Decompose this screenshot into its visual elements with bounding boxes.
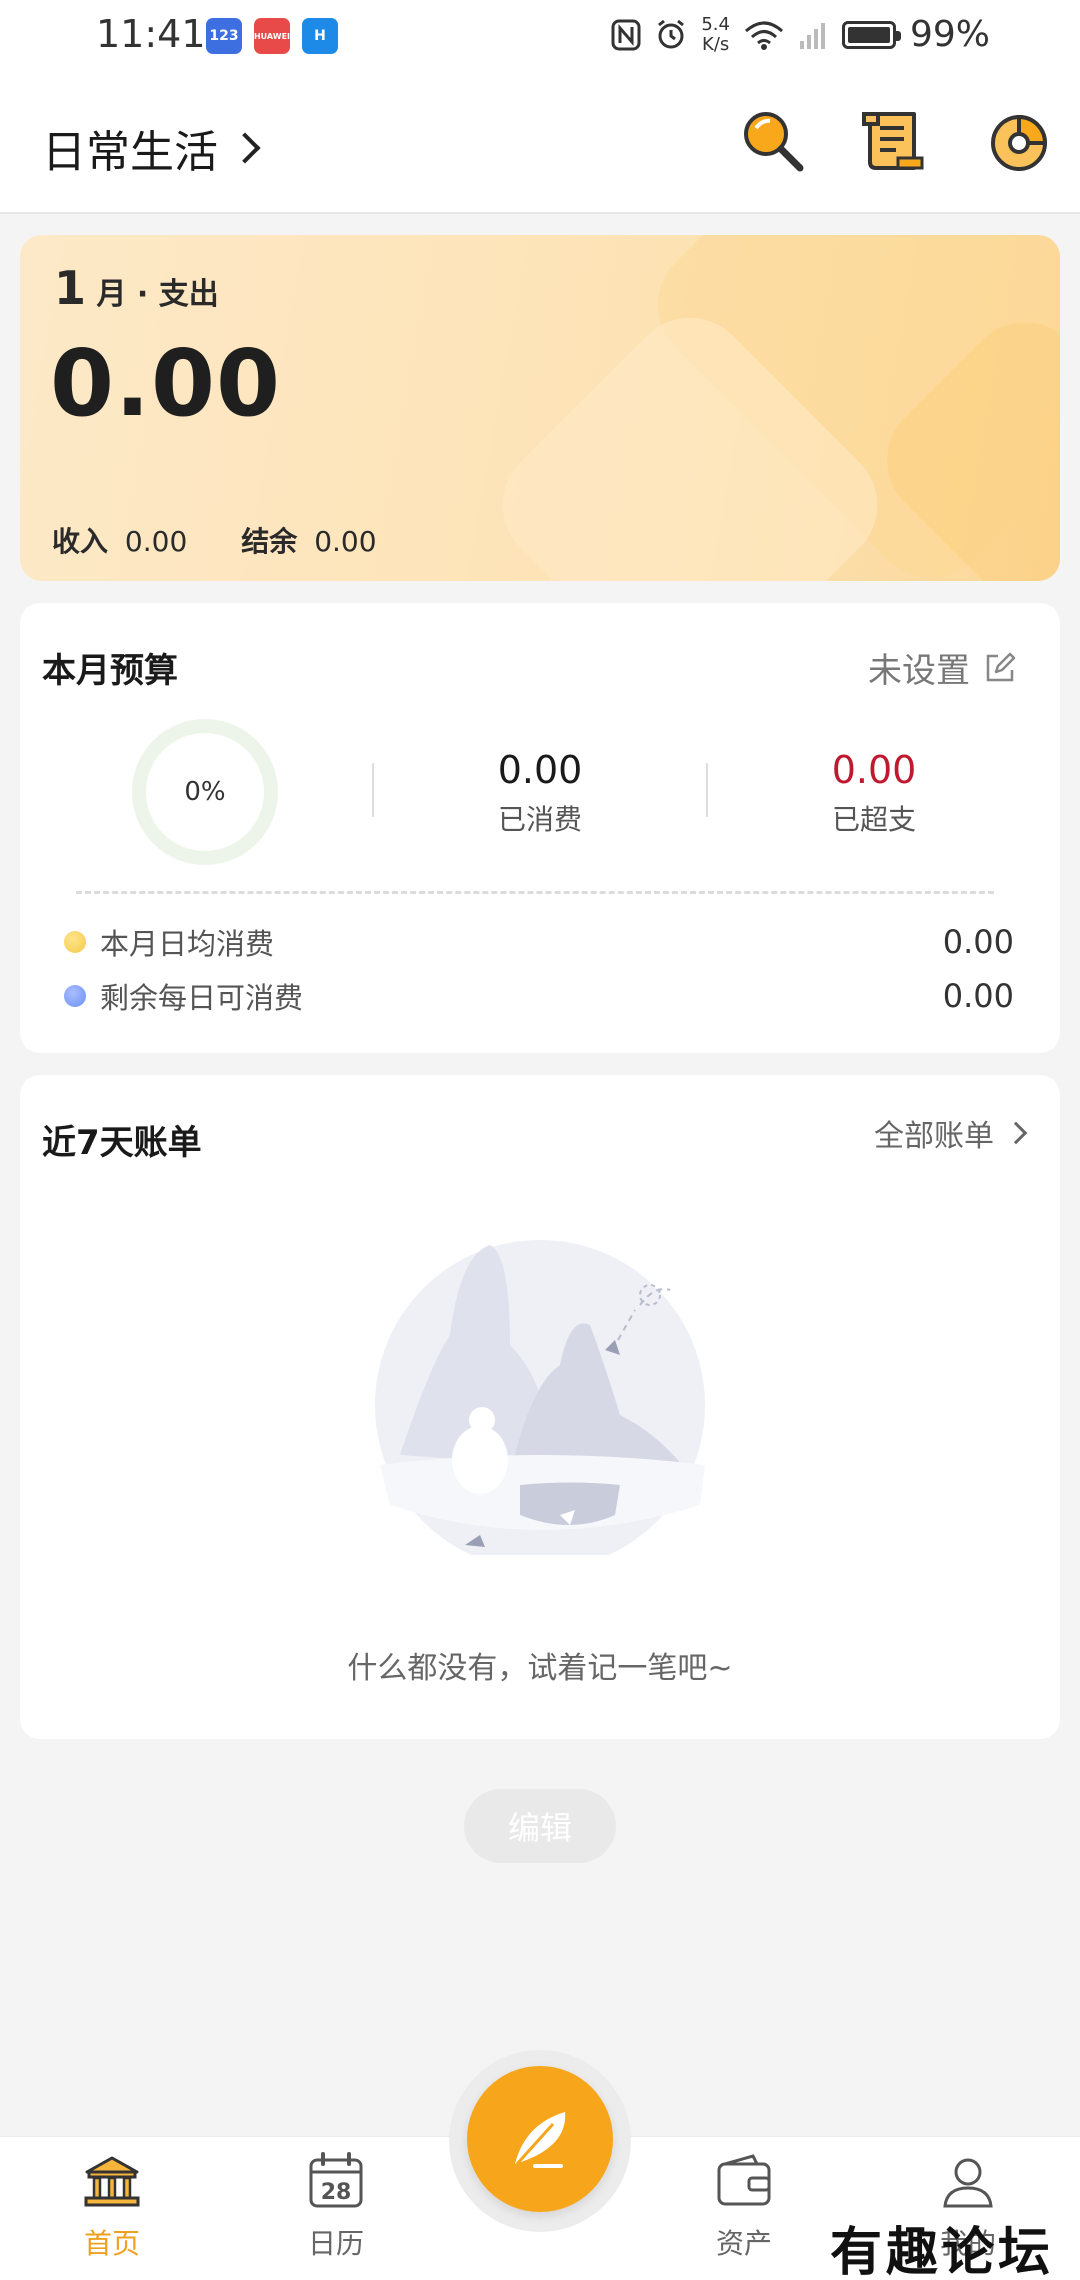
nav-assets-label: 资产 bbox=[715, 2227, 772, 2260]
watermark: 有趣论坛 bbox=[829, 2222, 1054, 2280]
page-root: 11:41 123 HUAWEI H 5.4 K/s 99% 日常生活 1 月 … bbox=[0, 0, 1080, 2280]
ledger-name: 日常生活 bbox=[42, 127, 218, 178]
income-value: 0.00 bbox=[124, 525, 188, 558]
ledger-selector[interactable]: 日常生活 bbox=[42, 116, 261, 180]
bill-list-icon[interactable] bbox=[858, 106, 928, 176]
monthly-summary-card[interactable]: 1 月 · 支出 0.00 收入 0.00 结余 0.00 bbox=[20, 235, 1060, 581]
balance-label: 结余 bbox=[241, 525, 298, 558]
chevron-right-icon bbox=[229, 132, 261, 164]
nav-calendar[interactable]: 28 日历 bbox=[266, 2150, 406, 2262]
profile-icon bbox=[943, 2158, 993, 2208]
empty-state-text: 什么都没有，试着记一笔吧~ bbox=[347, 1651, 733, 1686]
calendar-icon: 28 bbox=[309, 2152, 363, 2208]
battery-icon bbox=[841, 20, 901, 49]
spent-value: 0.00 bbox=[497, 748, 583, 792]
huawei-app-icon: HUAWEI bbox=[254, 18, 290, 54]
nav-assets[interactable]: 资产 bbox=[674, 2150, 814, 2262]
month-number: 1 bbox=[54, 261, 87, 315]
income-label: 收入 bbox=[52, 525, 109, 558]
income: 收入 0.00 bbox=[52, 520, 187, 560]
status-bar: 11:41 123 HUAWEI H 5.4 K/s 99% bbox=[0, 0, 1080, 76]
add-record-button[interactable] bbox=[467, 2066, 613, 2212]
nav-home-label: 首页 bbox=[83, 2227, 140, 2260]
nav-calendar-label: 日历 bbox=[307, 2227, 364, 2260]
nfc-icon bbox=[611, 19, 641, 50]
yellow-dot-icon bbox=[64, 931, 86, 953]
expense-amount: 0.00 bbox=[50, 330, 281, 437]
divider bbox=[372, 763, 374, 817]
summary-footer: 收入 0.00 结余 0.00 bbox=[52, 520, 377, 560]
divider bbox=[706, 763, 708, 817]
home-bank-icon bbox=[84, 2156, 140, 2207]
wallet-icon bbox=[717, 2154, 771, 2206]
pie-chart-icon[interactable] bbox=[984, 106, 1054, 176]
recent-bills-card: 近7天账单 全部账单 什么都没有，试着记一笔吧~ bbox=[20, 1075, 1060, 1739]
battery-percent: 99% bbox=[909, 14, 990, 55]
wifi-icon bbox=[744, 21, 783, 50]
blue-dot-icon bbox=[64, 985, 86, 1007]
remaining-daily-row: 剩余每日可消费 0.00 bbox=[64, 975, 1014, 1017]
daily-average-label: 本月日均消费 bbox=[100, 927, 275, 961]
remaining-daily-value: 0.00 bbox=[942, 977, 1014, 1015]
budget-title: 本月预算 bbox=[42, 651, 178, 691]
remaining-daily-label: 剩余每日可消费 bbox=[100, 981, 304, 1015]
budget-card: 本月预算 未设置 0% 0.00 已消费 0.00 已超支 本月日均消费 0.0… bbox=[20, 603, 1060, 1053]
overspent-label: 已超支 bbox=[831, 803, 916, 836]
status-right: 5.4 K/s 99% bbox=[611, 14, 990, 55]
net-speed-value: 5.4 bbox=[701, 13, 730, 35]
balance-value: 0.00 bbox=[314, 525, 377, 558]
month-label: 月 · 支出 bbox=[96, 277, 219, 312]
signal-icon bbox=[799, 22, 825, 49]
all-bills-label: 全部账单 bbox=[874, 1119, 994, 1154]
net-speed: 5.4 K/s bbox=[701, 13, 730, 55]
empty-state-illustration bbox=[375, 1240, 705, 1555]
budget-set-label: 未设置 bbox=[868, 651, 970, 691]
chevron-right-icon bbox=[1004, 1121, 1028, 1145]
summary-month: 1 月 · 支出 bbox=[54, 261, 219, 315]
budget-set-button[interactable]: 未设置 bbox=[868, 643, 1016, 692]
spent-stat: 0.00 已消费 bbox=[440, 748, 640, 838]
search-icon[interactable] bbox=[738, 106, 808, 176]
spent-label: 已消费 bbox=[497, 803, 582, 836]
edit-button[interactable]: 编辑 bbox=[464, 1789, 616, 1863]
feather-pen-icon bbox=[515, 2112, 566, 2168]
overspent-value: 0.00 bbox=[831, 748, 917, 792]
app-header: 日常生活 bbox=[0, 76, 1080, 214]
transfer-app-icon: H bbox=[302, 18, 338, 54]
net-speed-unit: K/s bbox=[702, 33, 730, 55]
daily-average-row: 本月日均消费 0.00 bbox=[64, 921, 1014, 963]
notification-app-icon: 123 bbox=[206, 18, 242, 54]
dashed-divider bbox=[76, 891, 994, 894]
status-time: 11:41 bbox=[96, 12, 206, 56]
calendar-day: 28 bbox=[321, 2180, 352, 2205]
balance: 结余 0.00 bbox=[241, 520, 376, 560]
recent-bills-title: 近7天账单 bbox=[42, 1123, 202, 1163]
daily-average-value: 0.00 bbox=[942, 923, 1014, 961]
alarm-icon bbox=[658, 19, 685, 48]
nav-home[interactable]: 首页 bbox=[42, 2150, 182, 2262]
overspent-stat: 0.00 已超支 bbox=[774, 748, 974, 838]
budget-percent: 0% bbox=[184, 777, 226, 807]
all-bills-link[interactable]: 全部账单 bbox=[874, 1111, 1028, 1155]
edit-icon bbox=[986, 652, 1016, 681]
budget-progress-ring: 0% bbox=[132, 719, 278, 865]
status-app-icons: 123 HUAWEI H bbox=[206, 18, 338, 54]
